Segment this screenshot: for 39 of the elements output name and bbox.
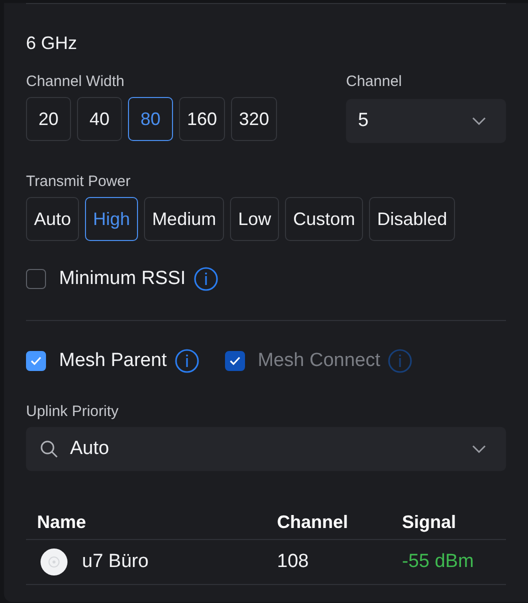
chevron-down-icon [472,117,486,125]
band-title: 6 GHz [26,33,78,53]
column-header: Name [36,512,88,532]
info-icon [174,349,199,373]
checkbox-label: Minimum RSSI [59,268,186,290]
field-label: Channel Width [26,73,126,91]
check-icon [228,356,241,366]
checkbox[interactable] [26,269,46,289]
search-icon [40,440,58,458]
transmit-power-option[interactable]: Auto [26,197,80,241]
channel-width-option[interactable]: 160 [179,97,226,141]
info-icon [388,349,412,373]
checkbox[interactable] [26,351,46,371]
field-label: Channel [346,73,403,91]
info-icon [194,267,218,291]
uplink-priority-dropdown[interactable]: Auto [26,427,506,471]
table-row[interactable]: u7 Büro 108 -55 dBm [26,540,506,585]
column-header: Channel [276,512,350,532]
channel-dropdown[interactable]: 5 [346,99,506,143]
column-header: Signal [401,512,458,532]
transmit-power-option[interactable]: Custom [285,197,364,241]
check-icon [30,356,42,366]
channel-width-option[interactable]: 80 [128,97,173,141]
channel-width-option[interactable]: 40 [77,97,122,141]
field-label: Transmit Power [26,173,132,191]
table-cell: 108 [277,551,309,572]
field-label: Uplink Priority [26,403,120,421]
table-cell: -55 dBm [402,551,474,572]
checkbox-label: Mesh Connect [258,350,380,372]
transmit-power-option[interactable]: Disabled [369,197,456,241]
channel-width-option[interactable]: 320 [231,97,278,141]
device-icon [40,548,68,576]
transmit-power-option[interactable]: Low [230,197,280,241]
checkbox-label: Mesh Parent [59,350,167,372]
transmit-power-option[interactable]: High [85,197,138,241]
chevron-down-icon [472,445,486,453]
transmit-power-option[interactable]: Medium [144,197,224,241]
channel-width-option[interactable]: 20 [26,97,71,141]
table-cell: u7 Büro [82,551,149,573]
